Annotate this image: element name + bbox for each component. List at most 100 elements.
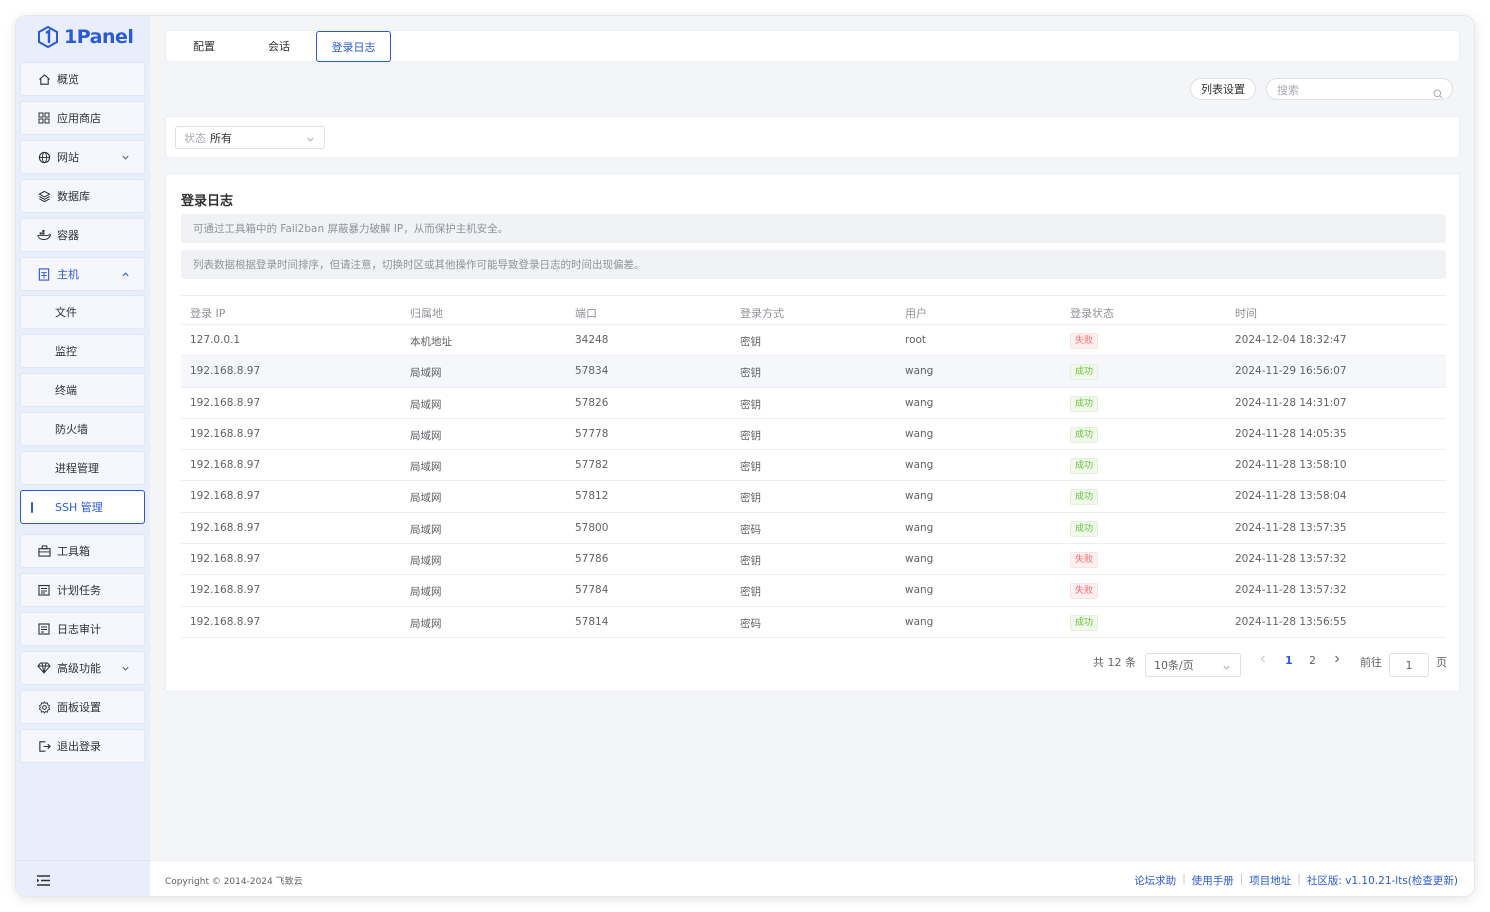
cell-port: 57826 <box>575 396 609 409</box>
sidebar-item-appstore[interactable]: 应用商店 <box>20 101 145 135</box>
search-box <box>1266 78 1453 103</box>
status-badge: 失败 <box>1070 333 1099 349</box>
sidebar-item-settings[interactable]: 面板设置 <box>20 690 145 724</box>
table-row: 192.168.8.97 局域网 57786 密钥 wang 失败 2024-11-28 1… <box>181 544 1446 576</box>
host-icon <box>37 267 51 281</box>
sidebar-item-label: 进程管理 <box>55 462 99 475</box>
cell-ip: 127.0.0.1 <box>190 334 241 346</box>
status-badge: 成功 <box>1070 395 1099 412</box>
sidebar-item-label: SSH 管理 <box>55 501 103 514</box>
check-update-link[interactable]: (检查更新) <box>1408 873 1458 888</box>
login-log-table: 登录 IP 归属地 端口 登录方式 用户 登录状态 时间 127.0.0.1 本机… <box>181 295 1446 638</box>
column-header-status: 登录状态 <box>1070 307 1114 320</box>
home-icon <box>37 72 51 86</box>
cell-method: 密钥 <box>740 336 761 348</box>
sidebar-item-label: 计划任务 <box>57 584 101 597</box>
cell-port: 34248 <box>575 334 609 346</box>
chevron-down-icon <box>1222 662 1231 675</box>
cell-user: wang <box>905 584 934 597</box>
manual-link[interactable]: 使用手册 <box>1192 873 1234 888</box>
gear-icon <box>37 700 51 714</box>
sidebar-item-terminal[interactable]: 终端 <box>20 373 145 407</box>
goto-page-input[interactable] <box>1389 653 1429 677</box>
cell-area: 局域网 <box>410 461 442 474</box>
logo[interactable]: 1Panel <box>38 26 134 48</box>
next-page-button[interactable] <box>1333 654 1341 667</box>
chevron-down-icon <box>306 134 315 147</box>
sidebar-item-files[interactable]: 文件 <box>20 295 145 329</box>
cell-area: 本机地址 <box>410 336 452 348</box>
sidebar-item-label: 概览 <box>57 73 79 86</box>
cell-user: wang <box>905 396 934 409</box>
tab-login-log[interactable]: 登录日志 <box>316 31 391 62</box>
cell-time: 2024-11-29 16:56:07 <box>1235 365 1347 378</box>
divider: | <box>1182 873 1186 885</box>
cell-port: 57812 <box>575 490 609 503</box>
page-size-select[interactable]: 10条/页 <box>1145 653 1241 677</box>
card-title: 登录日志 <box>181 194 234 209</box>
cell-area: 局域网 <box>410 586 442 599</box>
sidebar-item-logs[interactable]: 日志审计 <box>20 612 145 646</box>
forum-link[interactable]: 论坛求助 <box>1134 873 1176 888</box>
status-filter-select[interactable]: 状态 所有 <box>175 126 325 149</box>
log-icon <box>37 622 51 636</box>
page-1-button[interactable]: 1 <box>1285 654 1293 667</box>
sidebar-item-logout[interactable]: 退出登录 <box>20 729 145 763</box>
column-header-user: 用户 <box>905 307 927 320</box>
cell-method: 密钥 <box>740 555 761 568</box>
table-row: 192.168.8.97 局域网 57834 密钥 wang 成功 2024-11-29 1… <box>181 356 1446 388</box>
sidebar-item-monitor[interactable]: 监控 <box>20 334 145 368</box>
table-body: 127.0.0.1 本机地址 34248 密钥 root 失败 2024-12-04 18:… <box>181 325 1446 638</box>
sidebar-item-container[interactable]: 容器 <box>20 218 145 252</box>
filter-bar: 状态 所有 <box>165 116 1460 158</box>
cell-port: 57778 <box>575 427 609 440</box>
cell-area: 局域网 <box>410 492 442 505</box>
app-window: 1Panel 概览 应用商店 网站 数据库 容器 主机 文件 监控 终端 防火墙… <box>16 16 1474 896</box>
sidebar-item-overview[interactable]: 概览 <box>20 62 145 96</box>
page-2-button[interactable]: 2 <box>1309 654 1316 667</box>
sidebar-item-website[interactable]: 网站 <box>20 140 145 174</box>
search-icon[interactable] <box>1433 84 1443 103</box>
status-badge: 失败 <box>1070 552 1099 569</box>
cell-area: 局域网 <box>410 523 442 536</box>
footer-links: 论坛求助 | 使用手册 | 项目地址 | 社区版: v1.10.21-lts (… <box>1134 873 1458 888</box>
version-text: 社区版: v1.10.21-lts <box>1306 875 1408 887</box>
cell-method: 密钥 <box>740 586 761 599</box>
sidebar-item-host[interactable]: 主机 <box>20 257 145 291</box>
table-row: 192.168.8.97 局域网 57814 密码 wang 成功 2024-11-28 1… <box>181 607 1446 638</box>
cell-ip: 192.168.8.97 <box>190 521 261 534</box>
divider: | <box>1297 873 1301 885</box>
table-row: 192.168.8.97 局域网 57812 密钥 wang 成功 2024-11-28 1… <box>181 481 1446 513</box>
chevron-down-icon <box>121 152 130 165</box>
sidebar-item-toolbox[interactable]: 工具箱 <box>20 534 145 568</box>
cell-time: 2024-11-28 14:31:07 <box>1235 396 1347 409</box>
sidebar-item-process[interactable]: 进程管理 <box>20 451 145 485</box>
sidebar-item-database[interactable]: 数据库 <box>20 179 145 213</box>
cell-user: wang <box>905 521 934 534</box>
grid-icon <box>37 111 51 125</box>
cell-ip: 192.168.8.97 <box>190 365 261 378</box>
column-header-area: 归属地 <box>410 307 443 320</box>
column-settings-button[interactable]: 列表设置 <box>1190 78 1256 100</box>
cell-time: 2024-11-28 13:58:10 <box>1235 459 1347 472</box>
cell-port: 57834 <box>575 365 609 378</box>
tab-config[interactable]: 配置 <box>166 31 242 61</box>
cell-ip: 192.168.8.97 <box>190 553 261 566</box>
cell-method: 密钥 <box>740 461 761 474</box>
sidebar-item-cron[interactable]: 计划任务 <box>20 573 145 607</box>
logout-icon <box>37 739 51 753</box>
sidebar-item-advanced[interactable]: 高级功能 <box>20 651 145 685</box>
prev-page-button[interactable] <box>1259 654 1267 667</box>
sidebar-item-ssh[interactable]: SSH 管理 <box>20 490 145 524</box>
menu-collapse-icon[interactable] <box>36 872 51 891</box>
login-log-card: 登录日志 可通过工具箱中的 Fail2ban 屏蔽暴力破解 IP，从而保护主机安… <box>165 173 1460 692</box>
cell-port: 57814 <box>575 615 609 628</box>
project-link[interactable]: 项目地址 <box>1249 873 1291 888</box>
sidebar-item-label: 日志审计 <box>57 623 101 636</box>
status-badge: 成功 <box>1070 614 1099 631</box>
tab-sessions[interactable]: 会话 <box>242 31 316 61</box>
sidebar-item-firewall[interactable]: 防火墙 <box>20 412 145 446</box>
search-input[interactable] <box>1267 80 1427 101</box>
total-count: 共 12 条 <box>1093 656 1136 669</box>
cell-port: 57784 <box>575 584 609 597</box>
